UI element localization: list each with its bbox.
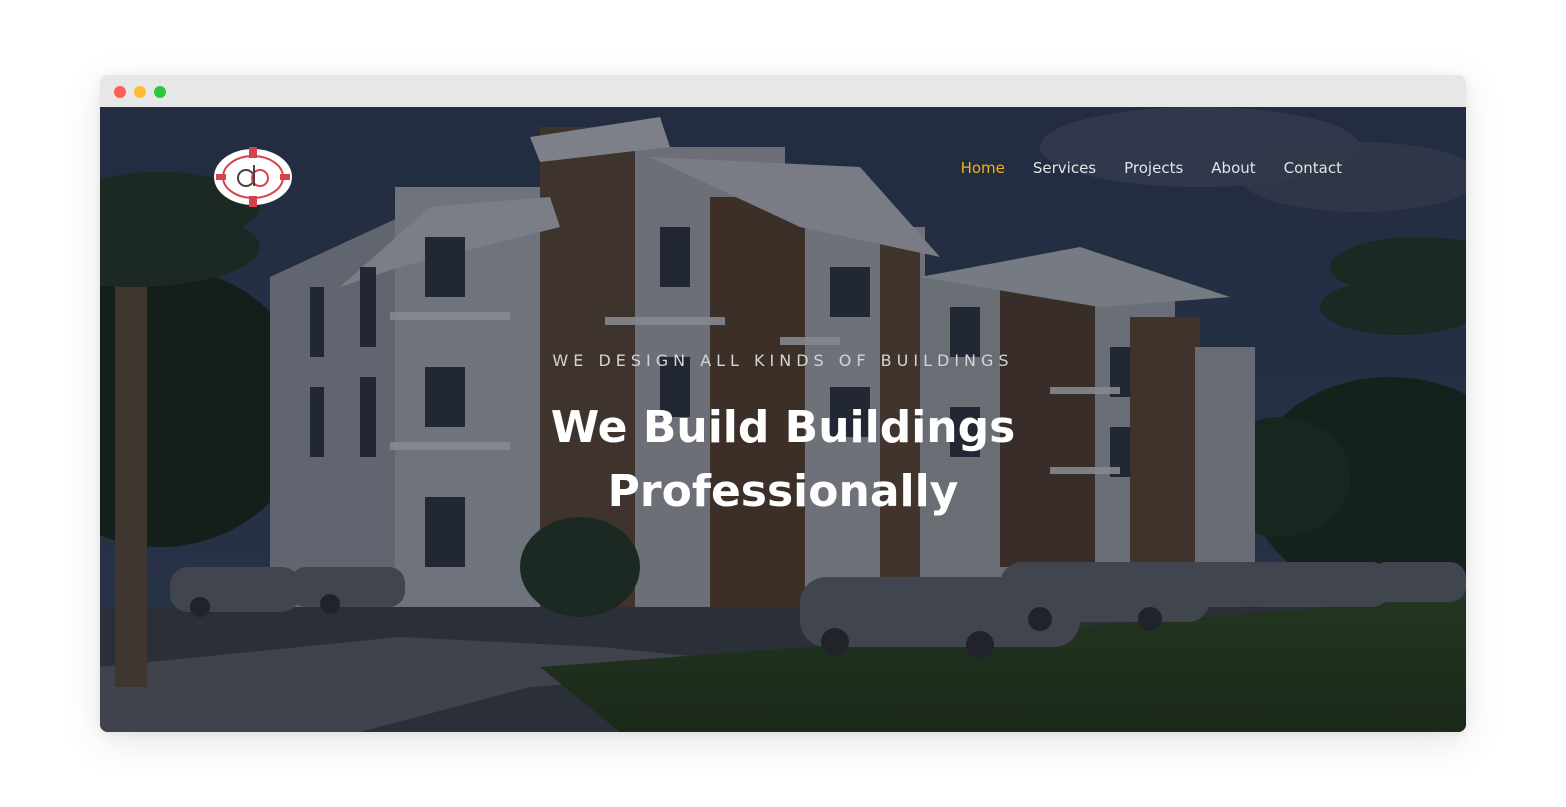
cb-logo-icon[interactable] — [212, 147, 294, 207]
hero-headline: We Build Buildings Professionally — [100, 396, 1466, 524]
close-window-button[interactable] — [114, 86, 126, 98]
nav-about[interactable]: About — [1211, 159, 1255, 177]
main-nav: Home Services Projects About Contact — [961, 159, 1342, 177]
hero-eyebrow: WE DESIGN ALL KINDS OF BUILDINGS — [552, 351, 1014, 370]
hero-content: WE DESIGN ALL KINDS OF BUILDINGS We Buil… — [100, 351, 1466, 524]
hero-headline-line2: Professionally — [607, 466, 959, 517]
window-titlebar — [100, 75, 1466, 107]
maximize-window-button[interactable] — [154, 86, 166, 98]
hero-section: Home Services Projects About Contact WE … — [100, 107, 1466, 732]
browser-window: Home Services Projects About Contact WE … — [100, 75, 1466, 732]
nav-services[interactable]: Services — [1033, 159, 1096, 177]
nav-contact[interactable]: Contact — [1284, 159, 1342, 177]
nav-home[interactable]: Home — [961, 159, 1005, 177]
minimize-window-button[interactable] — [134, 86, 146, 98]
nav-projects[interactable]: Projects — [1124, 159, 1183, 177]
hero-headline-line1: We Build Buildings — [550, 402, 1016, 453]
